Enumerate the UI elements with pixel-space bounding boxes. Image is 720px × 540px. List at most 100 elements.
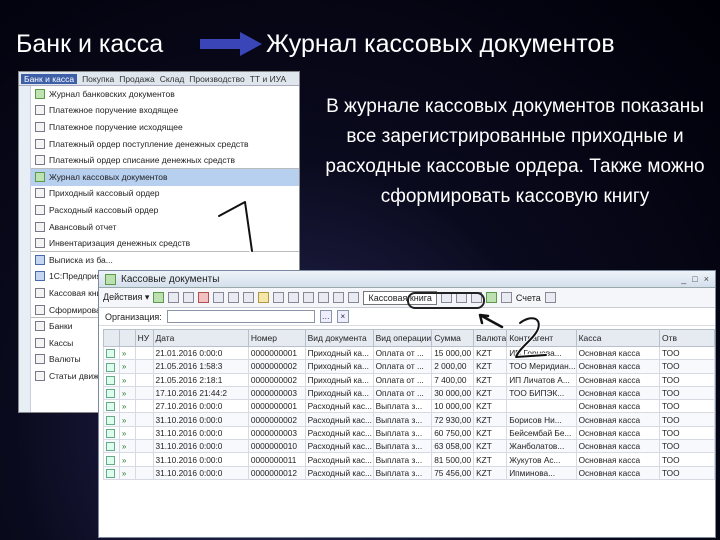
- table-cell: ТОО: [658, 452, 715, 467]
- posted-icon: »: [121, 468, 127, 478]
- column-header[interactable]: Дата: [152, 329, 249, 347]
- report-icon[interactable]: [500, 292, 512, 303]
- menu-item[interactable]: Журнал кассовых документов: [31, 168, 299, 186]
- find-icon[interactable]: [318, 292, 330, 303]
- menu-item[interactable]: Выписка из ба...: [31, 252, 299, 269]
- edit-icon[interactable]: [183, 292, 195, 303]
- table-cell: KZT: [473, 412, 508, 427]
- handwritten-number-two: [478, 313, 548, 359]
- menu-item[interactable]: Платежное поручение исходящее: [31, 119, 299, 136]
- table-row[interactable]: » 21.01.2016 0:00:0 0000000001 Приходный ка…: [103, 345, 715, 361]
- table-cell: »: [118, 359, 136, 374]
- table-cell: 75 456,00: [431, 465, 475, 480]
- close-icon[interactable]: ×: [704, 274, 709, 284]
- table-cell: Основная касса: [575, 412, 660, 427]
- table-cell: Оплата от ...: [372, 372, 433, 387]
- menu-item[interactable]: Журнал банковских документов: [31, 86, 299, 103]
- delete-icon[interactable]: [198, 292, 210, 303]
- menu-bar-item[interactable]: Банк и касса: [21, 73, 78, 84]
- add-icon[interactable]: [153, 292, 165, 303]
- menu-item[interactable]: Платежный ордер списание денежных средст…: [31, 152, 299, 169]
- table-cell: [134, 359, 154, 374]
- table-cell: 2 000,00: [431, 359, 475, 374]
- table-cell: KZT: [473, 425, 508, 441]
- table-row[interactable]: » 21.05.2016 1:58:3 0000000002 Приходный ка…: [103, 359, 715, 374]
- table-cell: Расходный кас...: [304, 465, 374, 480]
- menu-bar-item[interactable]: Покупка: [82, 74, 114, 84]
- document-icon: [106, 402, 115, 412]
- table-row[interactable]: » 31.10.2016 0:00:0 0000000010 Расходный ка…: [103, 439, 715, 454]
- posted-icon: »: [121, 389, 127, 399]
- table-cell: KZT: [473, 439, 508, 454]
- menu-item-icon: [35, 105, 45, 116]
- maximize-icon[interactable]: □: [692, 274, 697, 284]
- table-cell: »: [118, 345, 136, 361]
- column-header[interactable]: Номер: [247, 329, 306, 347]
- copy-icon[interactable]: [168, 292, 180, 303]
- menu-bar-item[interactable]: Производство: [189, 74, 244, 84]
- sort-asc-icon[interactable]: [288, 292, 300, 303]
- column-header[interactable]: Касса: [575, 329, 660, 347]
- table-cell: 81 500,00: [431, 452, 475, 467]
- organization-input[interactable]: [166, 310, 315, 323]
- minimize-icon[interactable]: _: [681, 274, 686, 284]
- menu-item-icon: [35, 370, 45, 381]
- actions-menu-button[interactable]: Действия ▾: [103, 292, 149, 303]
- table-row[interactable]: » 31.10.2016 0:00:0 0000000012 Расходный ка…: [103, 465, 715, 480]
- menu-item-label: Кассы: [49, 337, 74, 348]
- table-cell: Основная касса: [575, 385, 660, 401]
- refresh-icon[interactable]: [348, 292, 360, 303]
- table-cell: ТОО: [658, 372, 715, 387]
- table-row[interactable]: » 17.10.2016 21:44:2 0000000003 Приходный к…: [103, 385, 715, 401]
- tree-icon[interactable]: [333, 292, 345, 303]
- table-row[interactable]: » 31.10.2016 0:00:0 0000000011 Расходный ка…: [103, 452, 715, 467]
- table-cell: 21.05.2016 2:18:1: [152, 372, 249, 387]
- journal-window-icon: [105, 273, 116, 285]
- organization-clear-button[interactable]: ×: [336, 310, 349, 323]
- table-row[interactable]: » 31.10.2016 0:00:0 0000000002 Расходный ка…: [103, 412, 715, 427]
- table-cell: Приходный ка...: [304, 372, 374, 387]
- organization-select-button[interactable]: …: [319, 310, 332, 323]
- menu-item[interactable]: Платежное поручение входящее: [31, 103, 299, 120]
- table-cell: »: [118, 439, 136, 454]
- table-row[interactable]: » 27.10.2016 0:00:0 0000000001 Расходный ка…: [103, 399, 715, 414]
- table-cell: 0000000001: [247, 345, 306, 361]
- menu-item[interactable]: Платежный ордер поступление денежных сре…: [31, 136, 299, 153]
- table-cell: »: [118, 465, 136, 480]
- column-header[interactable]: [103, 329, 120, 347]
- table-row[interactable]: » 21.05.2016 2:18:1 0000000002 Приходный ка…: [103, 372, 715, 387]
- table-cell: Жукутов Ас...: [506, 452, 577, 467]
- document-icon: [106, 455, 115, 465]
- post-icon[interactable]: [213, 292, 225, 303]
- menu-bar-item[interactable]: Склад: [160, 74, 185, 84]
- menu-item-icon: [35, 121, 45, 132]
- column-header[interactable]: НУ: [134, 329, 154, 347]
- help-icon[interactable]: [544, 292, 556, 303]
- unpost-icon[interactable]: [228, 292, 240, 303]
- table-cell: Выплата з...: [372, 452, 433, 467]
- sort-desc-icon[interactable]: [303, 292, 315, 303]
- column-header[interactable]: Вид документа: [304, 329, 374, 347]
- menu-bar-item[interactable]: Продажа: [119, 74, 154, 84]
- table-cell: »: [118, 425, 136, 441]
- column-header[interactable]: Сумма: [431, 329, 475, 347]
- table-row[interactable]: » 31.10.2016 0:00:0 0000000003 Расходный ка…: [103, 425, 715, 441]
- menu-item-icon: [35, 337, 45, 348]
- table-cell: [103, 412, 120, 427]
- table-cell: Выплата з...: [372, 425, 433, 441]
- filter-off-icon[interactable]: [273, 292, 285, 303]
- period-icon[interactable]: [243, 292, 255, 303]
- column-header[interactable]: Вид операции: [372, 329, 433, 347]
- accounts-button[interactable]: Счета: [516, 293, 541, 303]
- menu-bar-item[interactable]: ТТ и ИУА: [250, 74, 286, 84]
- table-cell: ТОО: [658, 359, 715, 374]
- filter-icon[interactable]: [258, 292, 270, 303]
- dt-kt-icon[interactable]: [485, 292, 497, 303]
- menu-item-icon: [35, 188, 45, 199]
- menu-item-icon: [35, 171, 45, 182]
- table-cell: 21.05.2016 1:58:3: [152, 359, 249, 374]
- menu-item-icon: [35, 88, 45, 99]
- table-cell: Приходный ка...: [304, 359, 374, 374]
- column-header[interactable]: [118, 329, 136, 347]
- column-header[interactable]: Отв: [658, 329, 715, 347]
